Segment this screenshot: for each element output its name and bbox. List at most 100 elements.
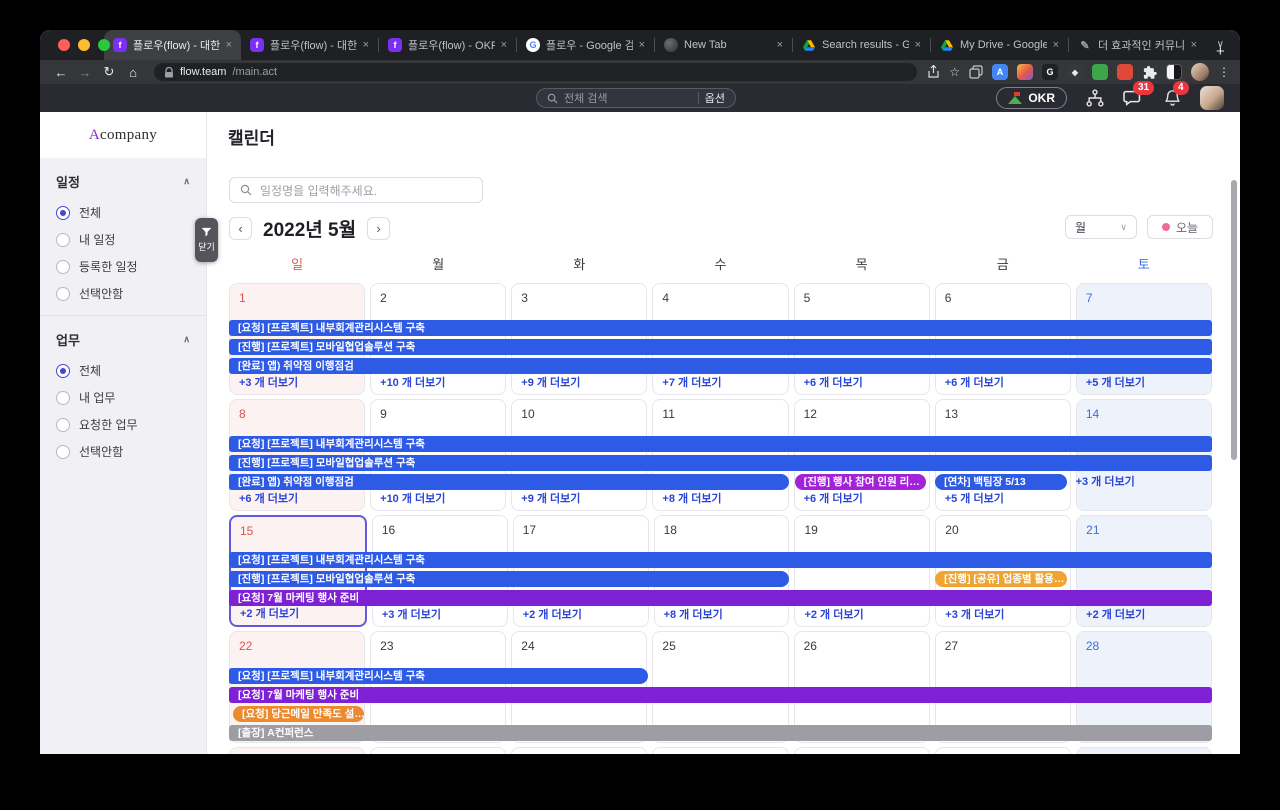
g-extension-icon[interactable]: G: [1042, 64, 1058, 80]
browser-tab[interactable]: New Tab ×: [655, 30, 792, 60]
okr-button[interactable]: OKR: [996, 87, 1067, 109]
more-events-link[interactable]: +9 개 더보기: [521, 490, 580, 506]
reload-icon[interactable]: ↻: [98, 64, 120, 80]
bookmark-star-icon[interactable]: ☆: [949, 65, 960, 79]
home-icon[interactable]: ⌂: [122, 65, 144, 80]
browser-tab[interactable]: G 플로우 - Google 검색 ×: [517, 30, 654, 60]
global-search[interactable]: 전체 검색 옵션: [536, 88, 736, 108]
browser-tab[interactable]: f 플로우(flow) - 대한민국 ×: [241, 30, 378, 60]
more-events-link[interactable]: +2 개 더보기: [804, 606, 863, 622]
search-option-button[interactable]: 옵션: [705, 90, 725, 106]
browser-tab[interactable]: My Drive - Google D ×: [931, 30, 1068, 60]
radio-button[interactable]: [56, 363, 70, 378]
event-bar[interactable]: [진행] [프로젝트] 모바일협업솔루션 구축: [229, 339, 1212, 355]
day-cell[interactable]: [370, 747, 507, 754]
extensions-puzzle-icon[interactable]: [1142, 65, 1157, 80]
radio-button[interactable]: [56, 232, 70, 247]
filter-option[interactable]: 요청한 업무: [56, 411, 190, 438]
event-bar[interactable]: [요청] [프로젝트] 내부회계관리시스템 구축: [229, 552, 1212, 568]
event-search-input[interactable]: 일정명을 입력해주세요.: [229, 177, 483, 203]
more-events-link[interactable]: +8 개 더보기: [662, 490, 721, 506]
event-bar[interactable]: [요청] 7월 마케팅 행사 준비: [229, 687, 1212, 703]
notifications-button[interactable]: 4: [1163, 81, 1189, 108]
today-button[interactable]: 오늘: [1147, 215, 1213, 239]
company-logo[interactable]: Acompany: [40, 112, 206, 158]
tab-groups-icon[interactable]: [969, 65, 983, 79]
compass-extension-icon[interactable]: ◆: [1067, 64, 1083, 80]
back-icon[interactable]: ←: [50, 65, 72, 80]
browser-menu-icon[interactable]: ⋮: [1218, 65, 1230, 79]
more-events-link[interactable]: +2 개 더보기: [523, 606, 582, 622]
radio-button[interactable]: [56, 286, 70, 301]
more-events-link[interactable]: +3 개 더보기: [382, 606, 441, 622]
day-cell[interactable]: [652, 747, 789, 754]
user-avatar[interactable]: [1200, 86, 1224, 110]
event-bar[interactable]: [요청] 7월 마케팅 행사 준비: [229, 590, 1212, 606]
event-bar[interactable]: [연차] 백팀장 5/13: [935, 474, 1067, 490]
more-events-link[interactable]: +7 개 더보기: [662, 374, 721, 390]
browser-tab[interactable]: ✎ 더 효과적인 커뮤니케이 ×: [1069, 30, 1206, 60]
more-events-link[interactable]: +2 개 더보기: [1086, 606, 1145, 622]
translate-extension-icon[interactable]: A: [992, 64, 1008, 80]
event-bar[interactable]: [요청] 당근메일 만족도 설…: [233, 706, 365, 722]
section-header[interactable]: 업무 ∧: [56, 326, 190, 357]
day-cell[interactable]: [229, 747, 366, 754]
tab-close-icon[interactable]: ×: [915, 39, 921, 51]
maximize-window-button[interactable]: [98, 39, 110, 51]
day-cell[interactable]: [1075, 747, 1212, 754]
tab-search-chevron-icon[interactable]: ∨: [1217, 39, 1224, 50]
more-events-link[interactable]: +9 개 더보기: [521, 374, 580, 390]
more-events-link[interactable]: +3 개 더보기: [239, 374, 298, 390]
radio-button[interactable]: [56, 417, 70, 432]
filter-option[interactable]: 선택안함: [56, 280, 190, 307]
more-events-link[interactable]: +5 개 더보기: [945, 490, 1004, 506]
more-events-link[interactable]: +3 개 더보기: [945, 606, 1004, 622]
event-bar[interactable]: [출장] A컨퍼런스: [229, 725, 1212, 741]
radio-button[interactable]: [56, 259, 70, 274]
event-bar[interactable]: [요청] [프로젝트] 내부회계관리시스템 구축: [229, 436, 1212, 452]
tab-close-icon[interactable]: ×: [226, 39, 232, 51]
red-grid-extension-icon[interactable]: [1117, 64, 1133, 80]
browser-tab[interactable]: Search results - Goo ×: [793, 30, 930, 60]
browser-tab[interactable]: f 플로우(flow) - OKR ×: [379, 30, 516, 60]
tab-close-icon[interactable]: ×: [777, 39, 783, 51]
radio-button[interactable]: [56, 444, 70, 459]
browser-profile-avatar[interactable]: [1191, 63, 1209, 81]
day-cell[interactable]: [511, 747, 648, 754]
tab-close-icon[interactable]: ×: [363, 39, 369, 51]
event-bar[interactable]: [진행] [프로젝트] 모바일협업솔루션 구축: [229, 455, 1212, 471]
share-icon[interactable]: [927, 65, 940, 79]
filter-option[interactable]: 등록한 일정: [56, 253, 190, 280]
day-cell[interactable]: 19 +2 개 더보기: [794, 515, 931, 627]
event-bar[interactable]: [요청] [프로젝트] 내부회계관리시스템 구축: [229, 320, 1212, 336]
more-events-link[interactable]: +10 개 더보기: [380, 374, 445, 390]
more-events-link[interactable]: +10 개 더보기: [380, 490, 445, 506]
tab-close-icon[interactable]: ×: [501, 39, 507, 51]
colorful-extension-icon[interactable]: [1017, 64, 1033, 80]
view-mode-select[interactable]: 월 ∨: [1065, 215, 1137, 239]
more-events-link[interactable]: +6 개 더보기: [804, 374, 863, 390]
event-bar[interactable]: [진행] 행사 참여 인원 리…: [794, 474, 927, 490]
more-events-link[interactable]: +6 개 더보기: [945, 374, 1004, 390]
event-bar[interactable]: [진행] [공유] 업종별 활용…: [935, 571, 1067, 587]
more-events-link[interactable]: +6 개 더보기: [239, 490, 298, 506]
more-events-link[interactable]: +8 개 더보기: [664, 606, 723, 622]
more-events-link[interactable]: +6 개 더보기: [804, 490, 863, 506]
browser-tab[interactable]: f 플로우(flow) - 대한민국 ×: [104, 30, 241, 60]
more-events-link[interactable]: +2 개 더보기: [240, 605, 299, 621]
filter-option[interactable]: 내 업무: [56, 384, 190, 411]
filter-option[interactable]: 전체: [56, 199, 190, 226]
tab-close-icon[interactable]: ×: [639, 39, 645, 51]
event-bar[interactable]: [요청] [프로젝트] 내부회계관리시스템 구축: [229, 668, 649, 684]
org-chart-button[interactable]: [1085, 88, 1105, 108]
evernote-extension-icon[interactable]: [1092, 64, 1108, 80]
day-cell[interactable]: 21 +2 개 더보기: [1076, 515, 1213, 627]
minimize-window-button[interactable]: [78, 39, 90, 51]
close-window-button[interactable]: [58, 39, 70, 51]
filter-option[interactable]: 내 일정: [56, 226, 190, 253]
dark-mode-extension-icon[interactable]: [1166, 64, 1182, 80]
day-cell[interactable]: [793, 747, 930, 754]
tab-close-icon[interactable]: ×: [1191, 39, 1197, 51]
next-month-button[interactable]: ›: [367, 217, 391, 240]
day-cell[interactable]: [934, 747, 1071, 754]
